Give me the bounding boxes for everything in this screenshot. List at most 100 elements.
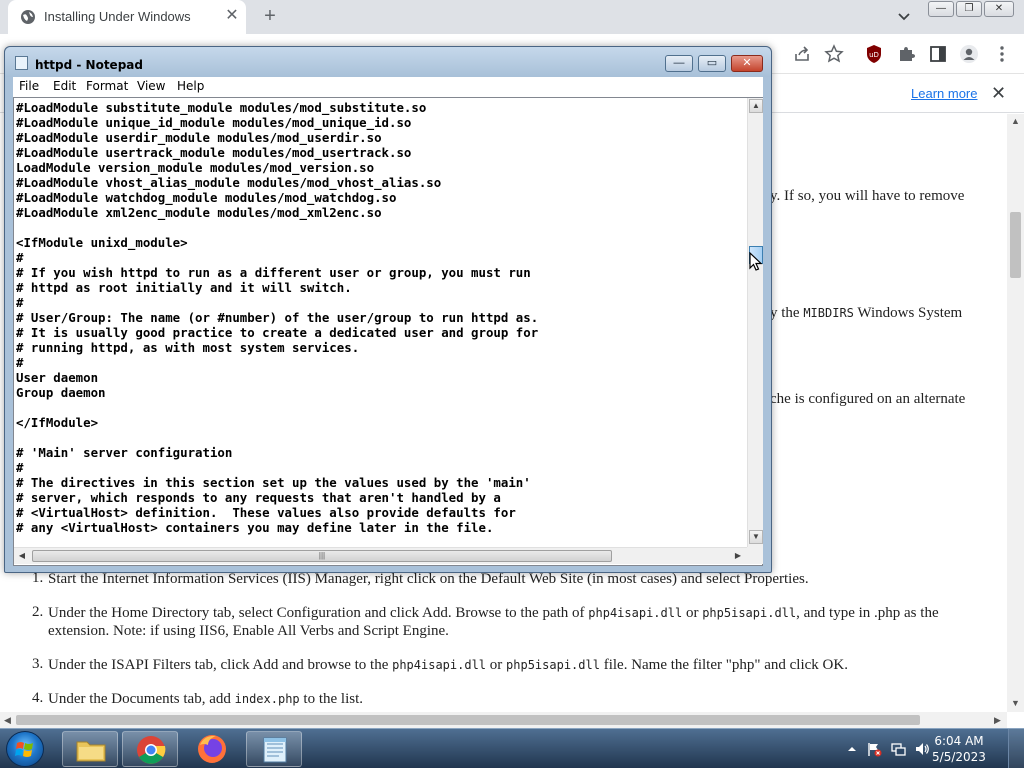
scrollbar-thumb[interactable] xyxy=(1010,212,1021,278)
inline-code: MIBDIRS xyxy=(803,306,854,320)
chrome-icon xyxy=(137,736,166,764)
editor-line: # any <VirtualHost> containers you may d… xyxy=(16,520,494,535)
show-desktop-button[interactable] xyxy=(1008,729,1024,768)
close-button[interactable]: ✕ xyxy=(731,55,763,72)
editor-line: # The directives in this section set up … xyxy=(16,475,531,490)
menu-help[interactable]: Help xyxy=(177,79,204,93)
bookmark-star-icon[interactable] xyxy=(824,44,844,64)
editor-line: </IfModule> xyxy=(16,415,99,430)
folder-icon xyxy=(76,741,106,762)
side-panel-icon[interactable] xyxy=(928,44,948,64)
menu-view[interactable]: View xyxy=(137,79,165,93)
editor-vertical-scrollbar[interactable]: ▲ ▼ xyxy=(747,98,763,547)
scrollbar-thumb[interactable]: ||| xyxy=(32,550,612,562)
inline-code: php4isapi.dll xyxy=(588,606,683,620)
taskbar-firefox[interactable] xyxy=(184,731,240,767)
windows-taskbar: 6:04 AM 5/5/2023 xyxy=(0,728,1024,768)
inline-code: php5isapi.dll xyxy=(506,658,600,672)
start-button[interactable] xyxy=(6,731,44,767)
svg-text:uD: uD xyxy=(869,51,879,59)
inline-code: index.php xyxy=(234,692,300,706)
inline-code: php5isapi.dll xyxy=(702,606,797,620)
ublock-shield-icon[interactable]: uD xyxy=(864,44,884,64)
page-text-fragment: y. If so, you will have to remove xyxy=(770,188,965,204)
notepad-title-bar[interactable]: httpd - Notepad — ▭ ✕ xyxy=(5,47,771,77)
learn-more-link[interactable]: Learn more xyxy=(911,86,977,101)
editor-line: Group daemon xyxy=(16,385,106,400)
notepad-icon xyxy=(263,737,287,763)
notepad-app-icon xyxy=(15,56,28,70)
new-tab-button[interactable]: + xyxy=(260,6,280,26)
scroll-down-arrow-icon[interactable]: ▼ xyxy=(1011,698,1020,708)
infobar-close-icon[interactable]: ✕ xyxy=(991,84,1006,102)
restore-button[interactable]: ❐ xyxy=(956,1,982,17)
show-hidden-icons-icon[interactable] xyxy=(844,741,860,757)
editor-text[interactable]: #LoadModule substitute_module modules/mo… xyxy=(16,100,744,546)
editor-line: # running httpd, as with most system ser… xyxy=(16,340,360,355)
mouse-pointer-icon xyxy=(749,252,763,271)
editor-line: # httpd as root initially and it will sw… xyxy=(16,280,352,295)
close-button[interactable]: ✕ xyxy=(984,1,1014,17)
scrollbar-corner xyxy=(747,547,763,564)
network-icon[interactable] xyxy=(890,741,906,757)
editor-line: # xyxy=(16,250,24,265)
text-editor-area[interactable]: #LoadModule substitute_module modules/mo… xyxy=(13,97,763,566)
editor-line: # server, which responds to any requests… xyxy=(16,490,501,505)
editor-line: # 'Main' server configuration xyxy=(16,445,233,460)
scroll-right-arrow-icon[interactable]: ▶ xyxy=(994,715,1001,726)
clock-time: 6:04 AM xyxy=(934,734,984,748)
browser-tab-bar: Installing Under Windows ✕ + — ❐ ✕ xyxy=(0,0,1024,34)
page-horizontal-scrollbar[interactable]: ◀ ▶ xyxy=(0,712,1007,728)
editor-horizontal-scrollbar[interactable]: ◀ ||| ▶ xyxy=(14,547,747,564)
firefox-icon xyxy=(198,735,226,763)
profile-avatar-icon[interactable] xyxy=(959,44,979,64)
scroll-up-arrow-icon[interactable]: ▲ xyxy=(749,99,763,113)
editor-line: #LoadModule unique_id_module modules/mod… xyxy=(16,115,412,130)
editor-line: # User/Group: The name (or #number) of t… xyxy=(16,310,539,325)
scroll-left-arrow-icon[interactable]: ◀ xyxy=(4,715,11,726)
scrollbar-thumb[interactable] xyxy=(16,715,920,725)
editor-line: <IfModule unixd_module> xyxy=(16,235,188,250)
volume-icon[interactable] xyxy=(914,741,930,757)
minimize-button[interactable]: — xyxy=(665,55,693,72)
taskbar-chrome[interactable] xyxy=(122,731,178,767)
chevron-down-icon[interactable] xyxy=(896,8,912,24)
share-icon[interactable] xyxy=(792,44,812,64)
browser-window-controls: — ❐ ✕ xyxy=(928,0,1018,18)
extensions-puzzle-icon[interactable] xyxy=(896,44,916,64)
minimize-button[interactable]: — xyxy=(928,1,954,17)
editor-line: # If you wish httpd to run as a differen… xyxy=(16,265,531,280)
scroll-up-arrow-icon[interactable]: ▲ xyxy=(1011,116,1020,126)
menu-bar: File Edit Format View Help xyxy=(13,77,763,97)
scroll-right-arrow-icon[interactable]: ▶ xyxy=(731,549,745,563)
editor-line: # It is usually good practice to create … xyxy=(16,325,539,340)
menu-kebab-icon[interactable] xyxy=(992,44,1012,64)
editor-line: User daemon xyxy=(16,370,99,385)
editor-line: #LoadModule watchdog_module modules/mod_… xyxy=(16,190,397,205)
menu-edit[interactable]: Edit xyxy=(53,79,76,93)
scroll-down-arrow-icon[interactable]: ▼ xyxy=(749,530,763,544)
browser-tab[interactable]: Installing Under Windows ✕ xyxy=(8,0,246,34)
menu-file[interactable]: File xyxy=(19,79,39,93)
editor-line: # xyxy=(16,355,24,370)
maximize-button[interactable]: ▭ xyxy=(698,55,726,72)
editor-line: # xyxy=(16,295,24,310)
clock-date: 5/5/2023 xyxy=(932,750,986,764)
page-text-fragment: che is configured on an alternate xyxy=(770,391,966,407)
tab-title: Installing Under Windows xyxy=(44,9,191,24)
editor-line: #LoadModule userdir_module modules/mod_u… xyxy=(16,130,382,145)
page-vertical-scrollbar[interactable]: ▲ ▼ xyxy=(1007,114,1024,712)
editor-line: #LoadModule xml2enc_module modules/mod_x… xyxy=(16,205,382,220)
taskbar-notepad[interactable] xyxy=(246,731,302,767)
editor-line: #LoadModule usertrack_module modules/mod… xyxy=(16,145,412,160)
editor-line: #LoadModule substitute_module modules/mo… xyxy=(16,100,427,115)
system-clock[interactable]: 6:04 AM 5/5/2023 xyxy=(930,733,988,765)
tab-close-icon[interactable]: ✕ xyxy=(224,8,240,24)
menu-format[interactable]: Format xyxy=(86,79,128,93)
scroll-left-arrow-icon[interactable]: ◀ xyxy=(15,549,29,563)
action-center-flag-icon[interactable] xyxy=(866,741,882,757)
page-text-fragment: y the MIBDIRS Windows System xyxy=(770,305,963,321)
taskbar-explorer[interactable] xyxy=(62,731,118,767)
